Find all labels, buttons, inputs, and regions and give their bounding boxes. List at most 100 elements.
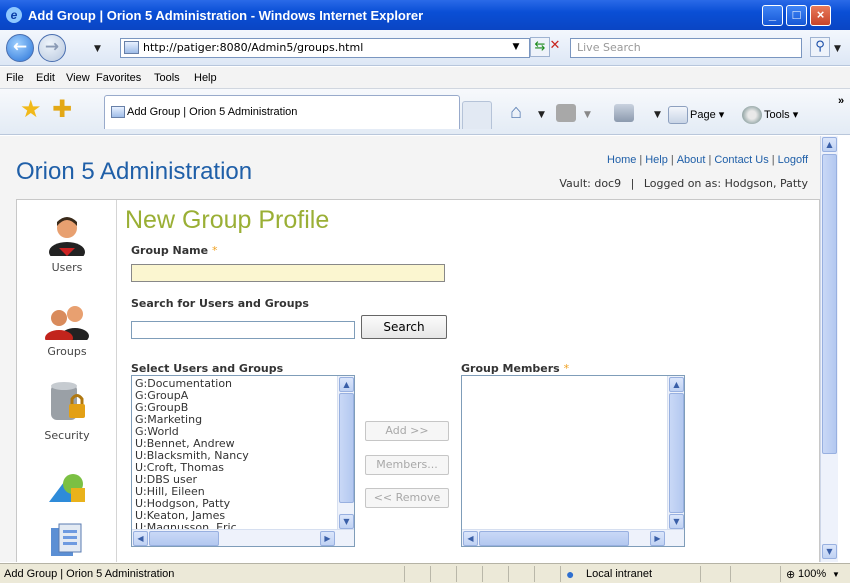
search-input[interactable]: [131, 321, 355, 339]
more-commands-icon[interactable]: »: [838, 95, 844, 107]
menu-view[interactable]: View: [66, 72, 90, 84]
close-button[interactable]: ×: [810, 5, 831, 26]
print-dropdown-icon[interactable]: ▼: [654, 110, 661, 120]
scroll-thumb[interactable]: [479, 531, 629, 546]
new-tab-button[interactable]: [462, 101, 492, 129]
print-icon[interactable]: [614, 104, 636, 122]
select-options: G:Documentation G:GroupA G:GroupB G:Mark…: [135, 378, 249, 534]
window-title-bar: e Add Group | Orion 5 Administration - W…: [0, 0, 850, 30]
search-button[interactable]: Search: [361, 315, 447, 339]
scroll-thumb[interactable]: [339, 393, 354, 503]
add-favorite-icon[interactable]: ✚: [52, 95, 72, 123]
scroll-right-icon[interactable]: ▶: [650, 531, 665, 546]
scroll-up-icon[interactable]: ▲: [339, 377, 354, 392]
scroll-up-icon[interactable]: ▲: [822, 137, 837, 152]
back-button[interactable]: ←: [6, 34, 34, 62]
tools-menu[interactable]: Tools ▾: [742, 106, 798, 124]
shapes-icon: [49, 474, 85, 502]
security-zone-label: Local intranet: [586, 568, 653, 580]
select-vertical-scrollbar[interactable]: ▲ ▼: [337, 376, 354, 531]
groups-icon: [45, 306, 89, 346]
scroll-down-icon[interactable]: ▼: [339, 514, 354, 529]
tab-add-group[interactable]: Add Group | Orion 5 Administration: [104, 95, 460, 129]
ie-logo-icon: e: [6, 7, 22, 23]
select-users-listbox[interactable]: G:Documentation G:GroupA G:GroupB G:Mark…: [131, 375, 355, 547]
intranet-globe-icon: ●: [566, 566, 575, 582]
url-text: http://patiger:8080/Admin5/groups.html: [143, 41, 364, 54]
left-nav: Users Groups Security: [17, 200, 117, 562]
menu-edit[interactable]: Edit: [36, 72, 55, 84]
required-mark: *: [211, 244, 218, 257]
members-horizontal-scrollbar[interactable]: ◀ ▶: [462, 529, 684, 546]
page-menu-icon: [668, 106, 688, 124]
users-icon: [49, 217, 85, 262]
search-label: Search for Users and Groups: [131, 297, 309, 310]
feeds-dropdown-icon[interactable]: ▼: [584, 110, 591, 120]
scroll-left-icon[interactable]: ◀: [463, 531, 478, 546]
top-links: Home | Help | About | Contact Us | Logoff: [607, 154, 808, 166]
menu-file[interactable]: File: [6, 72, 24, 84]
tabs-toolbar: ★ ✚ Add Group | Orion 5 Administration ⌂…: [0, 89, 850, 135]
scroll-thumb[interactable]: [149, 531, 219, 546]
group-name-field[interactable]: [131, 264, 445, 282]
page-menu[interactable]: Page ▾: [668, 106, 724, 124]
address-toolbar: ← → ▼ http://patiger:8080/Admin5/groups.…: [0, 30, 850, 66]
link-home[interactable]: Home: [607, 154, 636, 166]
nav-item-groups[interactable]: Groups: [17, 300, 117, 358]
nav-item-reports[interactable]: [17, 520, 117, 562]
search-options-icon[interactable]: ▼: [834, 44, 841, 54]
members-vertical-scrollbar[interactable]: ▲ ▼: [667, 376, 684, 531]
main-panel: Users Groups Security New Group Profile …: [16, 199, 820, 562]
page-icon: [124, 41, 139, 54]
zoom-level[interactable]: 100%: [798, 568, 826, 580]
scroll-right-icon[interactable]: ▶: [320, 531, 335, 546]
scroll-down-icon[interactable]: ▼: [822, 544, 837, 559]
required-mark: *: [563, 362, 570, 375]
favorites-center-icon[interactable]: ★: [20, 95, 42, 123]
link-contact-us[interactable]: Contact Us: [714, 154, 768, 166]
session-info: Vault: doc9 | Logged on as: Hodgson, Pat…: [559, 177, 808, 190]
menu-tools[interactable]: Tools: [154, 72, 180, 84]
live-search-input[interactable]: Live Search: [570, 38, 802, 58]
group-members-label: Group Members *: [461, 362, 570, 375]
zoom-dropdown-icon[interactable]: ▼: [832, 570, 840, 579]
link-help[interactable]: Help: [645, 154, 668, 166]
search-icon[interactable]: ⚲: [810, 37, 830, 57]
url-field[interactable]: http://patiger:8080/Admin5/groups.html: [120, 38, 530, 58]
add-button[interactable]: Add >>: [365, 421, 449, 441]
home-dropdown-icon[interactable]: ▼: [538, 110, 545, 120]
link-about[interactable]: About: [677, 154, 706, 166]
tab-page-icon: [111, 106, 125, 118]
url-dropdown-icon[interactable]: ▼: [506, 38, 526, 58]
scroll-left-icon[interactable]: ◀: [133, 531, 148, 546]
nav-item-users[interactable]: Users: [17, 212, 117, 274]
members-button[interactable]: Members...: [365, 455, 449, 475]
home-icon[interactable]: ⌂: [510, 101, 522, 124]
menu-favorites[interactable]: Favorites: [96, 72, 141, 84]
select-users-label: Select Users and Groups: [131, 362, 284, 375]
scroll-down-icon[interactable]: ▼: [669, 514, 684, 529]
minimize-button[interactable]: _: [762, 5, 783, 26]
page-vertical-scrollbar[interactable]: ▲ ▼: [820, 136, 838, 562]
history-dropdown-icon[interactable]: ▼: [94, 44, 101, 54]
link-logoff[interactable]: Logoff: [778, 154, 808, 166]
remove-button[interactable]: << Remove: [365, 488, 449, 508]
menu-help[interactable]: Help: [194, 72, 217, 84]
forward-button[interactable]: →: [38, 34, 66, 62]
feeds-icon[interactable]: [556, 104, 578, 122]
nav-item-shapes[interactable]: [17, 468, 117, 507]
stop-icon[interactable]: ✕: [544, 37, 566, 57]
group-members-listbox[interactable]: ▲ ▼ ◀ ▶: [461, 375, 685, 547]
scroll-thumb[interactable]: [669, 393, 684, 513]
page-title: New Group Profile: [125, 206, 330, 234]
nav-label-groups: Groups: [47, 345, 87, 358]
scroll-thumb[interactable]: [822, 154, 837, 454]
maximize-button[interactable]: □: [786, 5, 807, 26]
group-name-label: Group Name *: [131, 244, 218, 257]
tab-label: Add Group | Orion 5 Administration: [127, 106, 298, 118]
nav-item-security[interactable]: Security: [17, 380, 117, 442]
select-horizontal-scrollbar[interactable]: ◀ ▶: [132, 529, 354, 546]
scroll-up-icon[interactable]: ▲: [669, 377, 684, 392]
zoom-magnifier-icon[interactable]: ⊕: [786, 568, 795, 581]
logged-on-label: Logged on as: Hodgson, Patty: [643, 177, 808, 190]
